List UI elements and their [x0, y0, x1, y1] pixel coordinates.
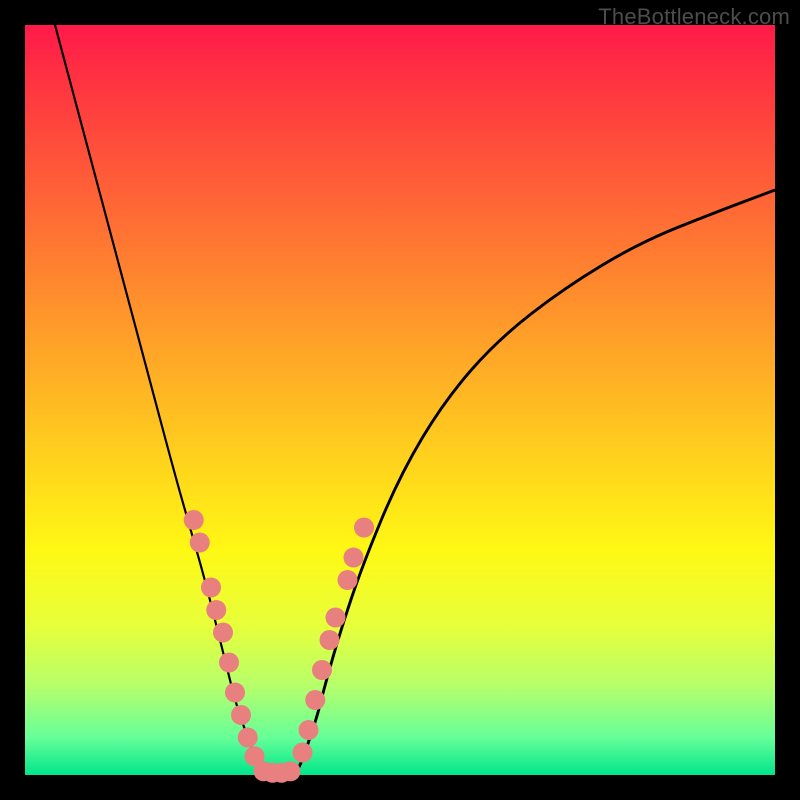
dot-left [225, 683, 245, 703]
dot-right [326, 608, 346, 628]
dot-right [354, 518, 374, 538]
dot-left [219, 653, 239, 673]
curve-layer [25, 25, 775, 775]
watermark-text: TheBottleneck.com [598, 4, 790, 30]
dot-left [206, 600, 226, 620]
dot-right [299, 720, 319, 740]
dot-right [320, 630, 340, 650]
dot-right [312, 660, 332, 680]
dot-left [184, 510, 204, 530]
curves-group [55, 25, 775, 775]
dot-right [305, 690, 325, 710]
dot-left [231, 705, 251, 725]
plot-area [25, 25, 775, 775]
right-branch-curve [295, 190, 775, 775]
dot-right [344, 548, 364, 568]
dot-right [293, 743, 313, 763]
dot-bottom [281, 761, 301, 781]
dot-left [213, 623, 233, 643]
chart-frame: TheBottleneck.com [0, 0, 800, 800]
dot-left [238, 728, 258, 748]
dot-left [190, 533, 210, 553]
dots-group [184, 510, 374, 783]
dot-right [338, 570, 358, 590]
dot-left [201, 578, 221, 598]
